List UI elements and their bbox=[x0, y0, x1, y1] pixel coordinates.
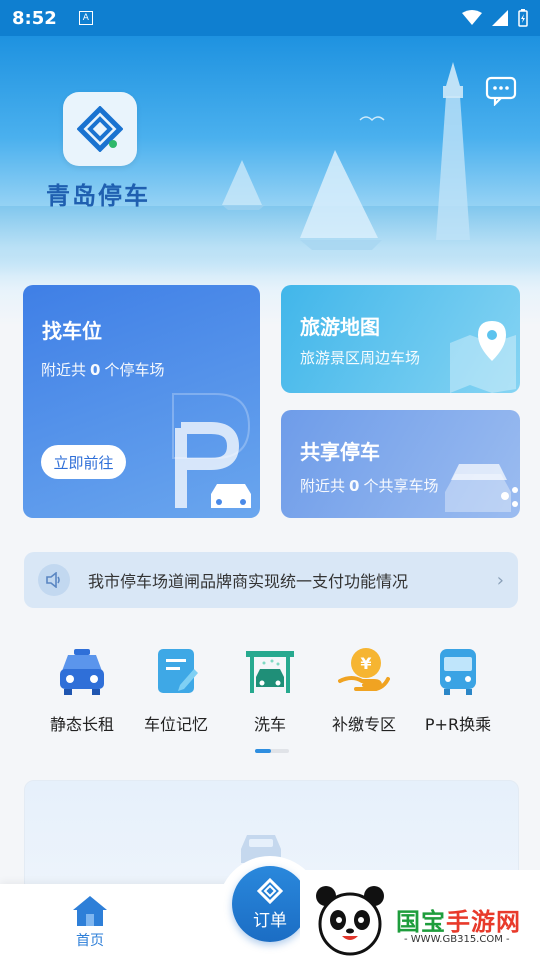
order-label: 订单 bbox=[253, 910, 287, 931]
tourism-map-title: 旅游地图 bbox=[300, 315, 380, 339]
status-time: 8:52 bbox=[12, 7, 57, 29]
svg-text:¥: ¥ bbox=[360, 654, 371, 673]
status-indicators bbox=[462, 9, 528, 27]
shortcut-label: 洗车 bbox=[253, 715, 286, 734]
shortcut-label: P+R换乘 bbox=[424, 715, 492, 734]
signal-icon bbox=[492, 10, 508, 26]
find-parking-title: 找车位 bbox=[42, 319, 102, 343]
order-button[interactable]: 订单 bbox=[232, 866, 308, 942]
shared-parking-subtitle: 附近共 0 个共享车场 bbox=[300, 477, 439, 495]
tourism-map-card[interactable]: 旅游地图 旅游景区周边车场 bbox=[281, 285, 520, 393]
shortcut-label: 车位记忆 bbox=[143, 715, 208, 734]
go-now-button[interactable]: 立即前往 bbox=[41, 445, 126, 479]
order-logo-icon bbox=[257, 877, 283, 904]
notice-text: 我市停车场道闸品牌商实现统一支付功能情况 bbox=[88, 572, 409, 591]
shortcut-static-rental[interactable]: 静态长租 bbox=[35, 645, 129, 735]
shortcut-supplement-payment[interactable]: ¥ 补缴专区 bbox=[317, 645, 411, 735]
shared-parking-card[interactable]: 共享停车 附近共 0 个共享车场 bbox=[281, 410, 520, 518]
shortcut-label: 静态长租 bbox=[49, 715, 114, 734]
find-parking-card[interactable]: 找车位 附近共 0 个停车场 立即前往 bbox=[23, 285, 260, 518]
car-wash-icon bbox=[246, 651, 294, 693]
parking-p-icon bbox=[172, 393, 251, 508]
shortcut-label: 补缴专区 bbox=[331, 715, 396, 734]
car-front-icon bbox=[60, 649, 104, 695]
parking-logo-icon bbox=[77, 106, 123, 152]
shortcut-spot-memory[interactable]: 车位记忆 bbox=[129, 645, 223, 735]
watermark-url: - WWW.GB315.COM - bbox=[404, 934, 510, 945]
notice-bar[interactable]: 我市停车场道闸品牌商实现统一支付功能情况 › bbox=[24, 552, 518, 608]
shortcut-grid: 静态长租 车位记忆 洗车 ¥ 补缴专区 P+R换乘 bbox=[35, 645, 505, 735]
home-icon bbox=[73, 896, 107, 926]
bus-icon bbox=[440, 649, 476, 695]
watermark-brand: 国宝手游网 bbox=[396, 908, 521, 936]
shared-car-icon bbox=[445, 464, 518, 512]
notification-icon: A bbox=[78, 11, 93, 25]
tourism-map-subtitle: 旅游景区周边车场 bbox=[300, 349, 421, 367]
battery-icon bbox=[518, 9, 528, 27]
shared-parking-title: 共享停车 bbox=[300, 440, 380, 464]
map-pin-icon bbox=[450, 321, 516, 393]
wifi-icon bbox=[462, 10, 482, 25]
app-logo bbox=[63, 92, 137, 166]
shortcut-car-wash[interactable]: 洗车 bbox=[223, 645, 317, 735]
chevron-right-icon: › bbox=[496, 569, 504, 591]
shortcut-pager bbox=[255, 749, 289, 753]
status-bar: 8:52 A bbox=[0, 0, 540, 36]
sea-background bbox=[0, 206, 540, 276]
tab-home-label: 首页 bbox=[76, 933, 104, 949]
find-parking-subtitle: 附近共 0 个停车场 bbox=[41, 361, 165, 379]
site-watermark: 国宝手游网 - WWW.GB315.COM - bbox=[300, 870, 540, 960]
message-icon[interactable] bbox=[485, 76, 517, 106]
pager-active-dot bbox=[255, 749, 271, 753]
tab-home[interactable]: 首页 bbox=[60, 894, 120, 950]
panda-logo-icon bbox=[316, 886, 384, 956]
app-name: 青岛停车 bbox=[46, 182, 150, 210]
notepad-icon bbox=[158, 649, 198, 693]
speaker-icon bbox=[38, 564, 70, 596]
shortcut-park-and-ride[interactable]: P+R换乘 bbox=[411, 645, 505, 735]
yen-payment-icon: ¥ bbox=[338, 648, 390, 691]
